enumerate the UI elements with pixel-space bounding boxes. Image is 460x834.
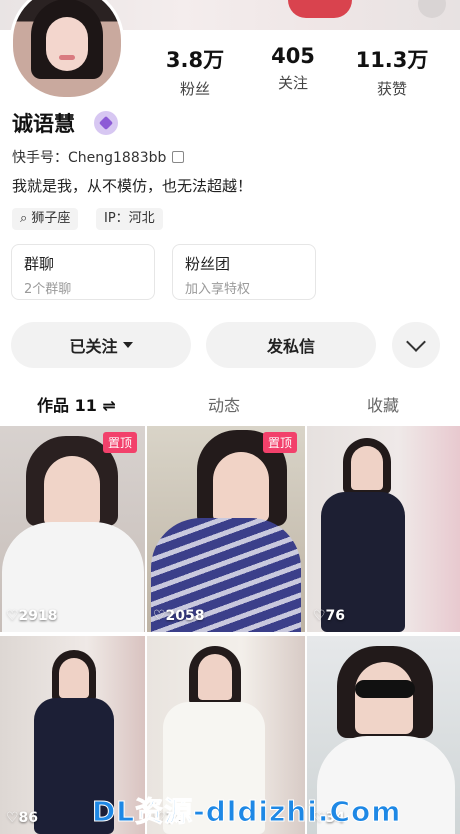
kuaishou-id: 快手号：Cheng1883bb [12, 147, 185, 167]
profile-bio: 我就是我，从不模仿，也无法超越！ [12, 177, 253, 195]
copy-icon[interactable] [172, 151, 185, 163]
tab-favorites[interactable]: 收藏 [367, 392, 399, 416]
pinned-badge: 置顶 [102, 432, 137, 453]
group-chat-card[interactable]: 群聊 2个群聊 [11, 244, 155, 300]
follow-button[interactable]: 已关注 [11, 322, 191, 368]
stat-likes[interactable]: 11.3万 获赞 [347, 44, 437, 99]
video-likes: ♡86 [6, 810, 39, 826]
followers-count: 3.8万 [165, 48, 225, 72]
video-likes: ♡76 [313, 608, 346, 624]
fan-club-card[interactable]: 粉丝团 加入享特权 [172, 244, 316, 300]
avatar[interactable] [10, 0, 124, 100]
video-likes: ♡2918 [6, 608, 58, 624]
tag-ip: IP：河北 [96, 208, 163, 230]
pinned-badge: 置顶 [262, 432, 297, 453]
stat-following[interactable]: 405 关注 [248, 44, 338, 93]
tab-activity[interactable]: 动态 [208, 392, 240, 416]
profile-name: 诚语慧 [12, 112, 75, 136]
following-count: 405 [271, 44, 315, 68]
video-tile[interactable]: ♡76 [307, 426, 460, 632]
likes-label: 获赞 [376, 80, 407, 98]
video-likes: ♡2058 [153, 608, 205, 624]
cover-image-lips [288, 0, 352, 18]
tag-zodiac[interactable]: ⌕ 狮子座 [12, 208, 79, 230]
zodiac-icon: ⌕ [20, 211, 28, 226]
chevron-down-icon [406, 332, 426, 352]
fan-club-title: 粉丝团 [185, 255, 231, 273]
following-label: 关注 [277, 74, 308, 92]
verified-badge-icon[interactable] [94, 111, 118, 135]
kuaishou-id-text: 快手号：Cheng1883bb [12, 150, 167, 166]
video-tile[interactable]: 置顶 ♡2058 [147, 426, 305, 632]
message-button[interactable]: 发私信 [206, 322, 376, 368]
tab-works[interactable]: 作品 11 ⇌ [37, 392, 116, 416]
followers-label: 粉丝 [179, 80, 210, 98]
fan-club-subtitle: 加入享特权 [185, 282, 251, 297]
stat-followers[interactable]: 3.8万 粉丝 [150, 44, 240, 99]
more-button[interactable] [392, 322, 440, 368]
caret-down-icon [122, 342, 133, 348]
likes-count: 11.3万 [355, 48, 429, 72]
group-chat-title: 群聊 [24, 255, 55, 273]
group-chat-subtitle: 2个群聊 [24, 282, 72, 297]
watermark: DL资源-dldizhi.Com [91, 795, 402, 829]
video-tile[interactable]: 置顶 ♡2918 [0, 426, 145, 632]
